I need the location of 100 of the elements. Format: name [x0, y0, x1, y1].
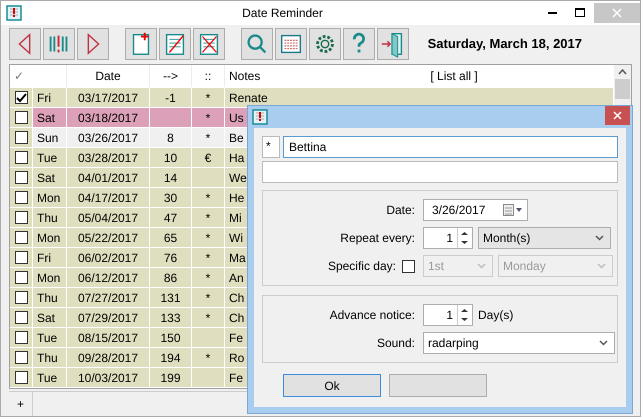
days-left-cell: 8: [167, 130, 174, 145]
days-left-cell: 199: [160, 370, 181, 385]
note-cell: Us: [229, 110, 244, 125]
days-left-cell: 47: [164, 210, 178, 225]
row-checkbox[interactable]: [14, 211, 28, 224]
ok-button[interactable]: Ok: [283, 374, 381, 397]
row-checkbox[interactable]: [14, 111, 28, 124]
settings-button[interactable]: [309, 28, 341, 60]
search-button[interactable]: [241, 28, 273, 60]
close-icon: [612, 8, 622, 18]
note-cell: Ch: [229, 290, 244, 305]
scrollbar-thumb[interactable]: [615, 79, 630, 100]
note-cell: Ma: [229, 250, 246, 265]
date-cell: 04/17/2017: [78, 190, 138, 205]
date-picker[interactable]: 3/26/2017: [423, 199, 528, 221]
date-cell: 07/27/2017: [78, 290, 138, 305]
dropdown-icon: [595, 235, 604, 241]
row-checkbox[interactable]: [14, 251, 28, 264]
days-left-cell: 14: [164, 170, 178, 185]
app-icon: [6, 4, 22, 21]
mark-cell: *: [206, 110, 210, 125]
row-checkbox[interactable]: [14, 291, 28, 304]
date-cell: 04/01/2017: [78, 170, 138, 185]
column-header[interactable]: Notes: [229, 69, 260, 84]
exit-button[interactable]: [377, 28, 409, 60]
row-checkbox[interactable]: [14, 311, 28, 324]
next-button[interactable]: [77, 28, 109, 60]
note-cell: Ch: [229, 310, 244, 325]
advance-spinner[interactable]: 1: [423, 304, 473, 326]
row-checkbox[interactable]: [14, 371, 28, 384]
days-left-cell: 131: [160, 290, 181, 305]
mark-cell: *: [206, 310, 210, 325]
note-cell: Renate: [229, 90, 268, 105]
days-left-cell: 194: [160, 350, 181, 365]
name-field[interactable]: Bettina: [283, 136, 618, 158]
sound-select[interactable]: radarping: [423, 332, 615, 354]
date-cell: 03/18/2017: [78, 110, 138, 125]
close-icon: [613, 111, 622, 120]
dropdown-icon: [599, 340, 608, 346]
note-field[interactable]: [262, 161, 618, 183]
days-left-cell: 30: [164, 190, 178, 205]
mark-cell: *: [206, 90, 210, 105]
row-checkbox[interactable]: [14, 271, 28, 284]
row-checkbox[interactable]: [14, 151, 28, 164]
list-row[interactable]: Fri 03/17/2017 -1 * Renate: [10, 87, 614, 108]
list-all-link[interactable]: [ List all ]: [430, 69, 478, 84]
row-checkbox[interactable]: [14, 131, 28, 144]
date-cell: 07/29/2017: [78, 310, 138, 325]
date-cell: 05/22/2017: [78, 230, 138, 245]
note-cell: Ro: [229, 350, 244, 365]
days-left-cell: -1: [165, 90, 176, 105]
date-cell: 09/28/2017: [78, 350, 138, 365]
help-button[interactable]: [343, 28, 375, 60]
sound-label: Sound:: [376, 336, 415, 350]
note-cell: Mi: [229, 210, 242, 225]
date-cell: 05/04/2017: [78, 210, 138, 225]
note-cell: Fe: [229, 370, 244, 385]
advance-unit: Day(s): [478, 308, 514, 322]
current-date: Saturday, March 18, 2017: [428, 36, 582, 52]
repeat-unit-select[interactable]: Month(s): [478, 227, 611, 249]
mark-cell: *: [206, 250, 210, 265]
new-button[interactable]: [125, 28, 157, 60]
mark-field[interactable]: *: [262, 136, 280, 158]
dropdown-icon: [477, 263, 486, 269]
days-left-cell: 150: [160, 330, 181, 345]
today-button[interactable]: [43, 28, 75, 60]
row-checkbox[interactable]: [14, 351, 28, 364]
mark-cell: *: [206, 290, 210, 305]
days-left-cell: 76: [164, 250, 178, 265]
date-cell: 08/15/2017: [78, 330, 138, 345]
days-left-cell: 10: [164, 150, 178, 165]
days-left-cell: 86: [164, 270, 178, 285]
row-checkbox[interactable]: [14, 231, 28, 244]
repeat-spinner[interactable]: 1: [423, 227, 473, 249]
mark-cell: *: [206, 190, 210, 205]
mark-cell: *: [206, 210, 210, 225]
delete-button[interactable]: [193, 28, 225, 60]
minimize-icon: [548, 12, 556, 14]
note-cell: He: [229, 190, 244, 205]
maximize-icon: [575, 8, 585, 18]
previous-button[interactable]: [9, 28, 41, 60]
date-cell: 10/03/2017: [78, 370, 138, 385]
mark-cell: €: [204, 150, 212, 165]
row-checkbox[interactable]: [14, 171, 28, 184]
close-button[interactable]: [605, 106, 630, 125]
row-checkbox[interactable]: [14, 91, 28, 104]
days-left-cell: 133: [160, 310, 181, 325]
advance-notice-label: Advance notice:: [328, 308, 415, 322]
row-checkbox[interactable]: [14, 191, 28, 204]
mark-cell: *: [206, 350, 210, 365]
row-checkbox[interactable]: [14, 331, 28, 344]
specific-day-label: Specific day:: [328, 259, 396, 273]
date-cell: 03/17/2017: [78, 90, 138, 105]
repeat-label: Repeat every:: [339, 231, 415, 245]
list-button[interactable]: [275, 28, 307, 60]
specific-day-checkbox[interactable]: [402, 260, 415, 272]
window-title: Date Reminder: [241, 6, 324, 20]
date-label: Date:: [385, 203, 415, 217]
edit-button[interactable]: [159, 28, 191, 60]
mark-cell: *: [206, 270, 210, 285]
